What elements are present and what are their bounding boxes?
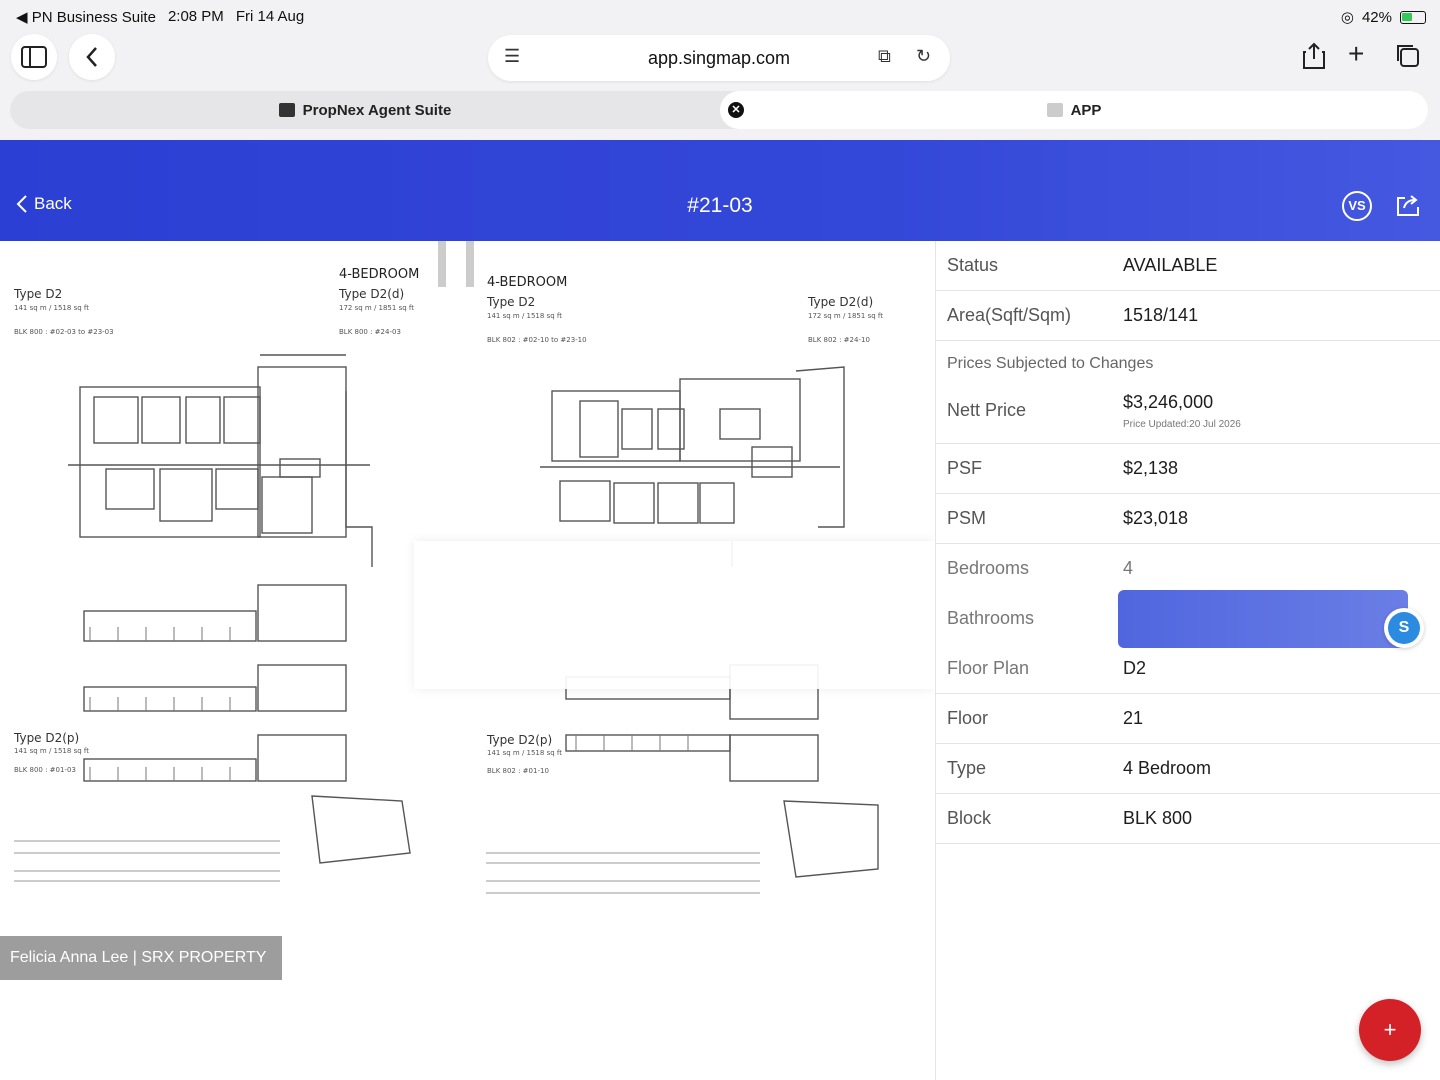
bedrooms-label: Bedrooms [947,558,1030,578]
block-label: Block [947,808,992,828]
extension-icon[interactable]: ⧉ [878,46,891,67]
right-type-p-area: 141 sq m / 1518 sq ft [487,749,562,757]
right-type-main-blk: BLK 802 : #02-10 to #23-10 [487,336,587,344]
left-type-alt-blk: BLK 800 : #24-03 [339,328,401,336]
watermark: Felicia Anna Lee | SRX PROPERTY [0,936,282,980]
detail-row-area: Area(Sqft/Sqm) 1518/141 [936,291,1440,341]
detail-row-psm: PSM $23,018 [936,494,1440,544]
right-type-alt-area: 172 sq m / 1851 sq ft [808,312,883,320]
detail-row-status: Status AVAILABLE [936,241,1440,291]
battery-icon [1400,10,1426,24]
left-type-alt: Type D2(d) [339,287,405,301]
app-header: Back #21-03 VS [0,140,1440,241]
url-bar[interactable]: ☰ app.singmap.com ⧉ ↻ [488,35,950,81]
floor-plan-value: D2 [1123,658,1147,678]
tab-app[interactable]: ✕ APP [720,91,1428,129]
tab-label: PropNex Agent Suite [302,101,452,119]
tabs-overview-icon[interactable] [1394,42,1420,75]
nett-price-label: Nett Price [947,400,1027,420]
floating-badge-logo-icon[interactable]: S [1384,608,1424,648]
status-bar: ◀ PN Business Suite 2:08 PM Fri 14 Aug ◎… [0,0,1440,32]
battery-percent: 42% [1361,8,1392,26]
loading-overlay [414,541,934,689]
left-type-p-area: 141 sq m / 1518 sq ft [14,747,89,755]
area-value: 1518/141 [1123,305,1199,325]
status-value: AVAILABLE [1123,255,1218,275]
floating-contact-badge[interactable] [1118,590,1408,648]
time-label: 2:08 PM [167,8,224,25]
tab-label: APP [1070,101,1102,119]
unit-details-panel: Status AVAILABLE Area(Sqft/Sqm) 1518/141… [935,241,1440,1080]
date-label: Fri 14 Aug [235,8,305,25]
floor-value: 21 [1123,708,1144,728]
floor-plan-image[interactable]: 4-BEDROOM Type D2 141 sq m / 1518 sq ft … [0,241,934,1080]
status-label: Status [947,255,999,275]
right-type-main-area: 141 sq m / 1518 sq ft [487,312,562,320]
detail-row-nett-price: Prices Subjected to Changes Nett Price $… [936,341,1440,444]
prices-note: Prices Subjected to Changes [947,355,1154,372]
right-type-main: Type D2 [487,295,536,309]
nett-price-value: $3,246,000 [1123,392,1214,412]
right-type-p: Type D2(p) [487,733,553,747]
right-bedroom-heading: 4-BEDROOM [487,275,568,290]
type-label: Type [947,758,987,778]
page-title: #21-03 [687,194,753,217]
detail-row-type: Type 4 Bedroom [936,744,1440,794]
area-label: Area(Sqft/Sqm) [947,305,1072,325]
left-type-p: Type D2(p) [14,731,80,745]
left-type-main-area: 141 sq m / 1518 sq ft [14,304,89,312]
floor-plan-label: Floor Plan [947,658,1030,678]
compare-vs-icon[interactable]: VS [1342,191,1372,221]
sidebar-toggle-icon[interactable] [11,34,57,80]
detail-row-block: Block BLK 800 [936,794,1440,844]
detail-row-floor-plan: Floor Plan D2 [936,644,1440,694]
psf-label: PSF [947,458,983,478]
bedrooms-value: 4 [1123,558,1134,578]
psm-value: $23,018 [1123,508,1189,528]
left-bedroom-heading: 4-BEDROOM [339,267,420,282]
share-icon[interactable] [1396,193,1420,217]
propnex-favicon-icon [278,103,295,117]
left-type-p-blk: BLK 800 : #01-03 [14,766,76,774]
right-type-p-blk: BLK 802 : #01-10 [487,767,549,775]
eye-icon: ◎ [1340,9,1354,26]
carrier-label[interactable]: ◀ PN Business Suite [16,8,156,26]
block-value: BLK 800 [1123,808,1193,828]
bathrooms-label: Bathrooms [947,608,1035,628]
app-favicon-icon [1046,103,1063,117]
new-tab-icon[interactable]: + [1348,38,1364,70]
browser-toolbar: ☰ app.singmap.com ⧉ ↻ + [0,32,1440,88]
type-value: 4 Bedroom [1123,758,1212,778]
detail-row-bedrooms: Bedrooms 4 [936,544,1440,594]
tab-propnex[interactable]: PropNex Agent Suite [10,91,720,129]
add-fab-button[interactable]: + [1359,999,1421,1061]
floor-label: Floor [947,708,989,728]
left-type-main-blk: BLK 800 : #02-03 to #23-03 [14,328,114,336]
psf-value: $2,138 [1123,458,1179,478]
price-updated-text: Price Updated:20 Jul 2026 [1123,419,1241,430]
detail-row-psf: PSF $2,138 [936,444,1440,494]
left-type-alt-area: 172 sq m / 1851 sq ft [339,304,414,312]
detail-row-floor: Floor 21 [936,694,1440,744]
share-icon[interactable] [1302,42,1326,77]
right-type-alt-blk: BLK 802 : #24-10 [808,336,870,344]
left-type-main: Type D2 [14,287,63,301]
back-chevron-icon[interactable] [69,34,115,80]
tab-bar: PropNex Agent Suite ✕ APP [0,88,1440,140]
close-tab-icon[interactable]: ✕ [728,102,744,118]
right-type-alt: Type D2(d) [808,295,874,309]
psm-label: PSM [947,508,987,528]
reload-icon[interactable]: ↻ [916,46,931,67]
